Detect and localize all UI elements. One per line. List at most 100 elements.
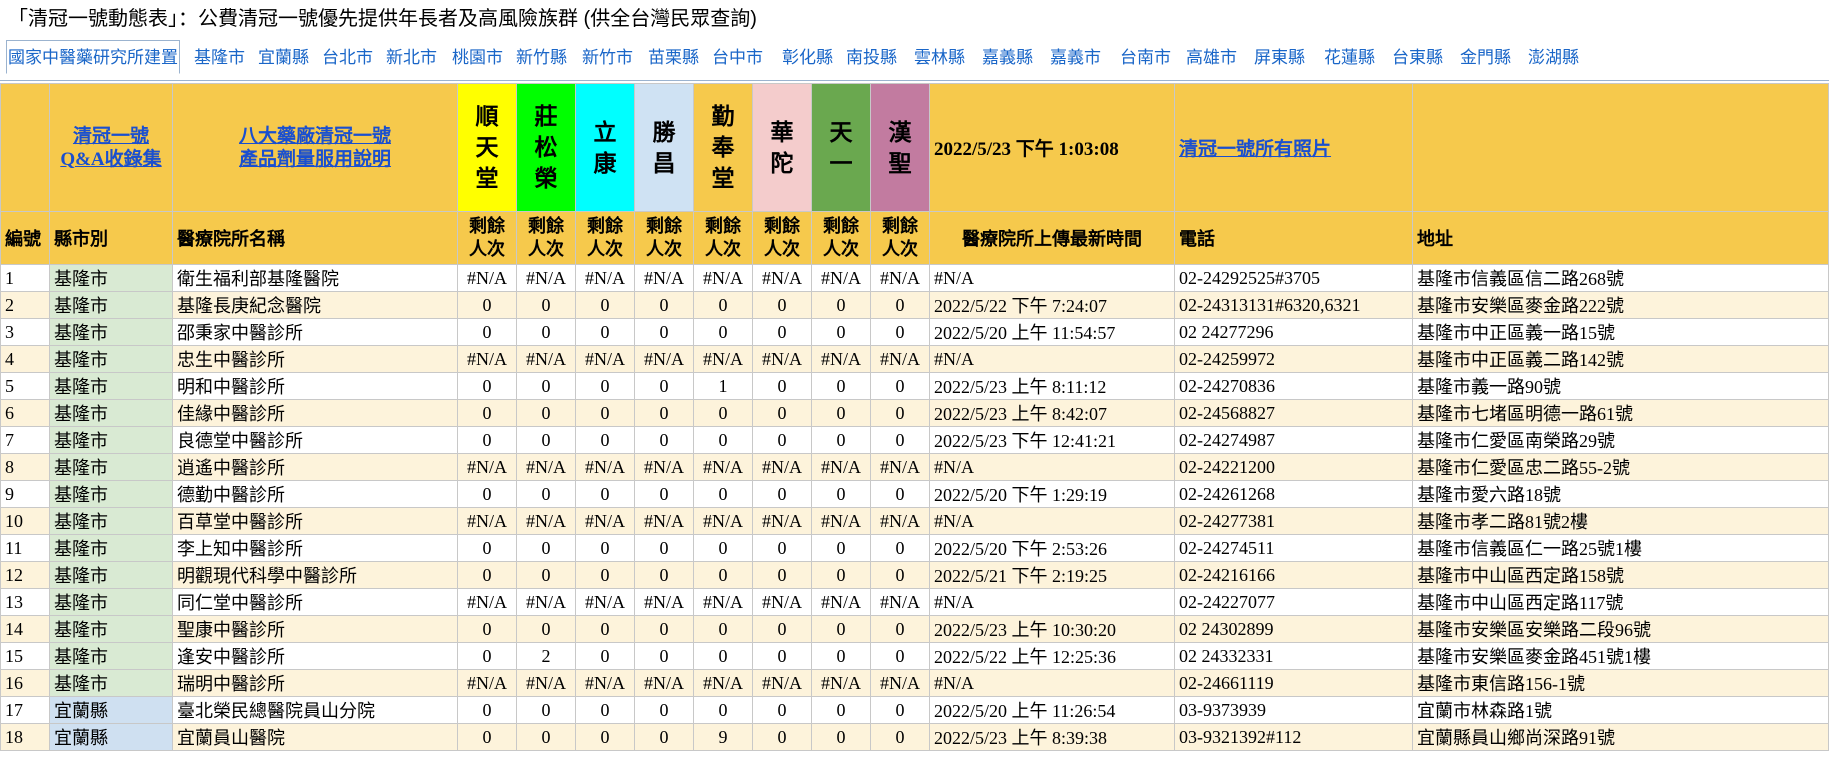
sheet-tab-13[interactable]: 雲林縣 [914, 42, 965, 74]
address-cell: 基隆市中山區西定路158號 [1412, 561, 1829, 589]
table-row[interactable]: 18 宜蘭縣 宜蘭員山醫院 0 0 0 0 9 0 0 0 2022/5/23 上午 8:39:38 0… [0, 723, 1829, 751]
remaining-cell-3: #N/A [575, 345, 635, 373]
remaining-cell-7: #N/A [811, 507, 871, 535]
remaining-cell-2: 0 [516, 372, 576, 400]
table-row[interactable]: 7 基隆市 良德堂中醫診所 0 0 0 0 0 0 0 0 2022/5/23 下午 12:41:21… [0, 426, 1829, 454]
sheet-tab-5[interactable]: 新北市 [386, 42, 437, 74]
address-cell: 基隆市中正區義一路15號 [1412, 318, 1829, 346]
address-cell: 基隆市仁愛區忠二路55-2號 [1412, 453, 1829, 481]
remaining-cell-5: 0 [693, 642, 753, 670]
table-row[interactable]: 3 基隆市 邵秉家中醫診所 0 0 0 0 0 0 0 0 2022/5/20 上午 11:54:57… [0, 318, 1829, 346]
city-cell: 基隆市 [49, 480, 173, 508]
city-cell: 基隆市 [49, 291, 173, 319]
city-cell: 基隆市 [49, 507, 173, 535]
phone-cell: 02 24277296 [1174, 318, 1413, 346]
sheet-tab-9[interactable]: 苗栗縣 [648, 42, 699, 74]
sheet-tab-4[interactable]: 台北市 [322, 42, 373, 74]
photos-link[interactable]: 清冠一號所有照片 [1179, 139, 1331, 160]
remaining-cell-5: 0 [693, 615, 753, 643]
remaining-cell-4: 0 [634, 534, 694, 562]
city-cell: 基隆市 [49, 561, 173, 589]
remaining-cell-8: #N/A [870, 588, 930, 616]
remaining-cell-7: 0 [811, 318, 871, 346]
remaining-cell-6: 0 [752, 534, 812, 562]
address-cell: 基隆市孝二路81號2樓 [1412, 507, 1829, 535]
sheet-tab-8[interactable]: 新竹市 [582, 42, 633, 74]
remaining-cell-1: 0 [457, 426, 517, 454]
sheet-tab-3[interactable]: 宜蘭縣 [258, 42, 309, 74]
sheet-tab-17[interactable]: 高雄市 [1186, 42, 1237, 74]
table-row[interactable]: 2 基隆市 基隆長庚紀念醫院 0 0 0 0 0 0 0 0 2022/5/22 下午 7:24:07… [0, 291, 1829, 319]
remaining-cell-4: #N/A [634, 453, 694, 481]
sheet-tab-2[interactable]: 基隆市 [194, 42, 245, 74]
table-row[interactable]: 5 基隆市 明和中醫診所 0 0 0 0 1 0 0 0 2022/5/23 上午 8:11:12 02… [0, 372, 1829, 400]
remaining-cell-6: 0 [752, 561, 812, 589]
sheet-tab-19[interactable]: 花蓮縣 [1324, 42, 1375, 74]
sheet-tab-18[interactable]: 屏東縣 [1254, 42, 1305, 74]
remaining-cell-7: 0 [811, 723, 871, 751]
table-row[interactable]: 1 基隆市 衛生福利部基隆醫院 #N/A #N/A #N/A #N/A #N/A #N/A #N/… [0, 264, 1829, 292]
remaining-cell-3: #N/A [575, 588, 635, 616]
sheet-tab-15[interactable]: 嘉義市 [1050, 42, 1101, 74]
clinic-name-cell: 聖康中醫診所 [172, 615, 458, 643]
spreadsheet[interactable]: 清冠一號 Q&A收錄集 八大藥廠清冠一號 產品劑量服用說明 順天堂 莊松榮 立康勝昌勤奉… [0, 80, 1829, 763]
phone-cell: 02-24274511 [1174, 534, 1413, 562]
sheet-tab-11[interactable]: 彰化縣 [782, 42, 833, 74]
clinic-name-cell: 基隆長庚紀念醫院 [172, 291, 458, 319]
remaining-cell-3: #N/A [575, 264, 635, 292]
table-row[interactable]: 6 基隆市 佳緣中醫診所 0 0 0 0 0 0 0 0 2022/5/23 上午 8:42:07 02… [0, 399, 1829, 427]
brand-header-8: 漢聖 [870, 83, 930, 212]
sheet-tab-6[interactable]: 桃園市 [452, 42, 503, 74]
dosage-explain-link[interactable]: 八大藥廠清冠一號 產品劑量服用說明 [239, 126, 391, 170]
table-row[interactable]: 17 宜蘭縣 臺北榮民總醫院員山分院 0 0 0 0 0 0 0 0 2022/5/20 上午 11:… [0, 696, 1829, 724]
table-row[interactable]: 13 基隆市 同仁堂中醫診所 #N/A #N/A #N/A #N/A #N/A #N/A #N/A… [0, 588, 1829, 616]
remaining-cell-2: #N/A [516, 588, 576, 616]
sheet-tab-12[interactable]: 南投縣 [846, 42, 897, 74]
remaining-cell-1: 0 [457, 318, 517, 346]
sheet-tab-21[interactable]: 金門縣 [1460, 42, 1511, 74]
remaining-cell-4: 0 [634, 318, 694, 346]
table-row[interactable]: 8 基隆市 逍遙中醫診所 #N/A #N/A #N/A #N/A #N/A #N/A #N/A #N… [0, 453, 1829, 481]
table-row[interactable]: 14 基隆市 聖康中醫診所 0 0 0 0 0 0 0 0 2022/5/23 上午 10:30:20… [0, 615, 1829, 643]
row-number: 13 [0, 588, 50, 616]
dosage-link-cell: 八大藥廠清冠一號 產品劑量服用說明 [172, 83, 458, 212]
sheet-tab-7[interactable]: 新竹縣 [516, 42, 567, 74]
table-row[interactable]: 11 基隆市 李上知中醫診所 0 0 0 0 0 0 0 0 2022/5/20 下午 2:53:26… [0, 534, 1829, 562]
sheet-tab-22[interactable]: 澎湖縣 [1528, 42, 1579, 74]
table-row[interactable]: 9 基隆市 德勤中醫診所 0 0 0 0 0 0 0 0 2022/5/20 下午 1:29:19 02… [0, 480, 1829, 508]
remaining-cell-5: 0 [693, 696, 753, 724]
col-header-remaining-5: 剩餘 人次 [693, 211, 753, 265]
brand-name-1: 順天堂 [475, 104, 499, 191]
table-row[interactable]: 16 基隆市 瑞明中醫診所 #N/A #N/A #N/A #N/A #N/A #N/A #N/A #… [0, 669, 1829, 697]
col-header-name: 醫療院所名稱 [172, 211, 458, 265]
row-number: 9 [0, 480, 50, 508]
remaining-cell-3: 0 [575, 561, 635, 589]
remaining-cell-4: #N/A [634, 345, 694, 373]
remaining-cell-1: 0 [457, 372, 517, 400]
col-header-address: 地址 [1412, 211, 1829, 265]
row-number: 3 [0, 318, 50, 346]
remaining-cell-5: 0 [693, 318, 753, 346]
remaining-cell-4: 0 [634, 561, 694, 589]
table-row[interactable]: 12 基隆市 明觀現代科學中醫診所 0 0 0 0 0 0 0 0 2022/5/21 下午 2:19… [0, 561, 1829, 589]
updated-time-cell: #N/A [929, 669, 1175, 697]
clinic-name-cell: 宜蘭員山醫院 [172, 723, 458, 751]
col-header-remaining-7: 剩餘 人次 [811, 211, 871, 265]
sheet-tab-1[interactable]: 國家中醫藥研究所建置 [6, 40, 180, 74]
update-timestamp: 2022/5/23 下午 1:03:08 [929, 83, 1175, 212]
table-row[interactable]: 15 基隆市 逢安中醫診所 0 2 0 0 0 0 0 0 2022/5/22 上午 12:25:36… [0, 642, 1829, 670]
table-row[interactable]: 10 基隆市 百草堂中醫診所 #N/A #N/A #N/A #N/A #N/A #N/A #N/A… [0, 507, 1829, 535]
remaining-cell-5: #N/A [693, 453, 753, 481]
sheet-tab-20[interactable]: 台東縣 [1392, 42, 1443, 74]
remaining-cell-2: 0 [516, 291, 576, 319]
row-number: 14 [0, 615, 50, 643]
table-row[interactable]: 4 基隆市 忠生中醫診所 #N/A #N/A #N/A #N/A #N/A #N/A #N/A #N… [0, 345, 1829, 373]
remaining-cell-1: 0 [457, 399, 517, 427]
sheet-tab-10[interactable]: 台中市 [712, 42, 763, 74]
qa-link[interactable]: 清冠一號 Q&A收錄集 [60, 126, 161, 170]
city-cell: 基隆市 [49, 669, 173, 697]
sheet-tab-14[interactable]: 嘉義縣 [982, 42, 1033, 74]
sheet-tab-16[interactable]: 台南市 [1120, 42, 1171, 74]
remaining-cell-8: 0 [870, 615, 930, 643]
city-cell: 基隆市 [49, 345, 173, 373]
